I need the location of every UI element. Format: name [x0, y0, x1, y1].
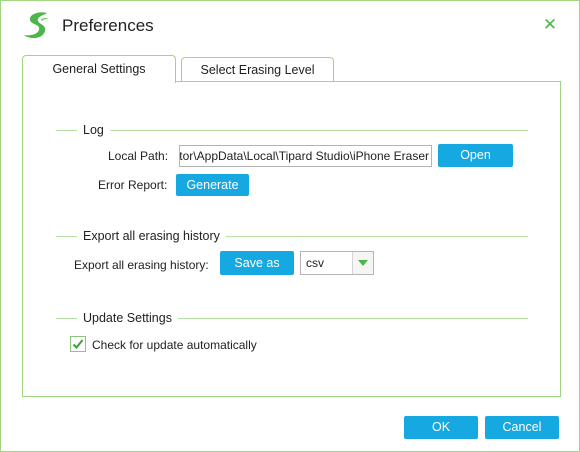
section-divider — [56, 130, 528, 131]
local-path-label: Local Path: — [108, 149, 169, 163]
export-section-title: Export all erasing history — [77, 229, 226, 243]
window-title: Preferences — [62, 16, 154, 35]
tab-select-erasing-level[interactable]: Select Erasing Level — [181, 57, 334, 82]
error-report-label: Error Report: — [98, 178, 168, 192]
checkmark-icon — [72, 339, 84, 349]
save-as-button[interactable]: Save as — [220, 251, 294, 275]
export-history-label: Export all erasing history: — [74, 258, 209, 272]
tipard-logo-icon — [21, 10, 53, 40]
tab-general-settings[interactable]: General Settings — [22, 55, 176, 83]
update-section-title: Update Settings — [77, 311, 178, 325]
open-button[interactable]: Open — [438, 144, 513, 167]
generate-button[interactable]: Generate — [176, 174, 249, 196]
chevron-down-icon[interactable] — [352, 252, 373, 274]
cancel-button[interactable]: Cancel — [485, 416, 559, 439]
export-format-value: csv — [306, 256, 324, 270]
close-icon[interactable]: ✕ — [540, 15, 560, 35]
local-path-field[interactable]: C:\Users\Administrator\AppData\Local\Tip… — [179, 145, 432, 167]
auto-update-checkbox[interactable] — [70, 336, 86, 352]
title-bar: Preferences ✕ — [1, 1, 579, 49]
ok-button[interactable]: OK — [404, 416, 478, 439]
preferences-window: Preferences ✕ General Settings Select Er… — [0, 0, 580, 452]
export-format-select[interactable]: csv — [300, 251, 374, 275]
auto-update-label: Check for update automatically — [92, 338, 257, 352]
log-section-title: Log — [77, 123, 110, 137]
